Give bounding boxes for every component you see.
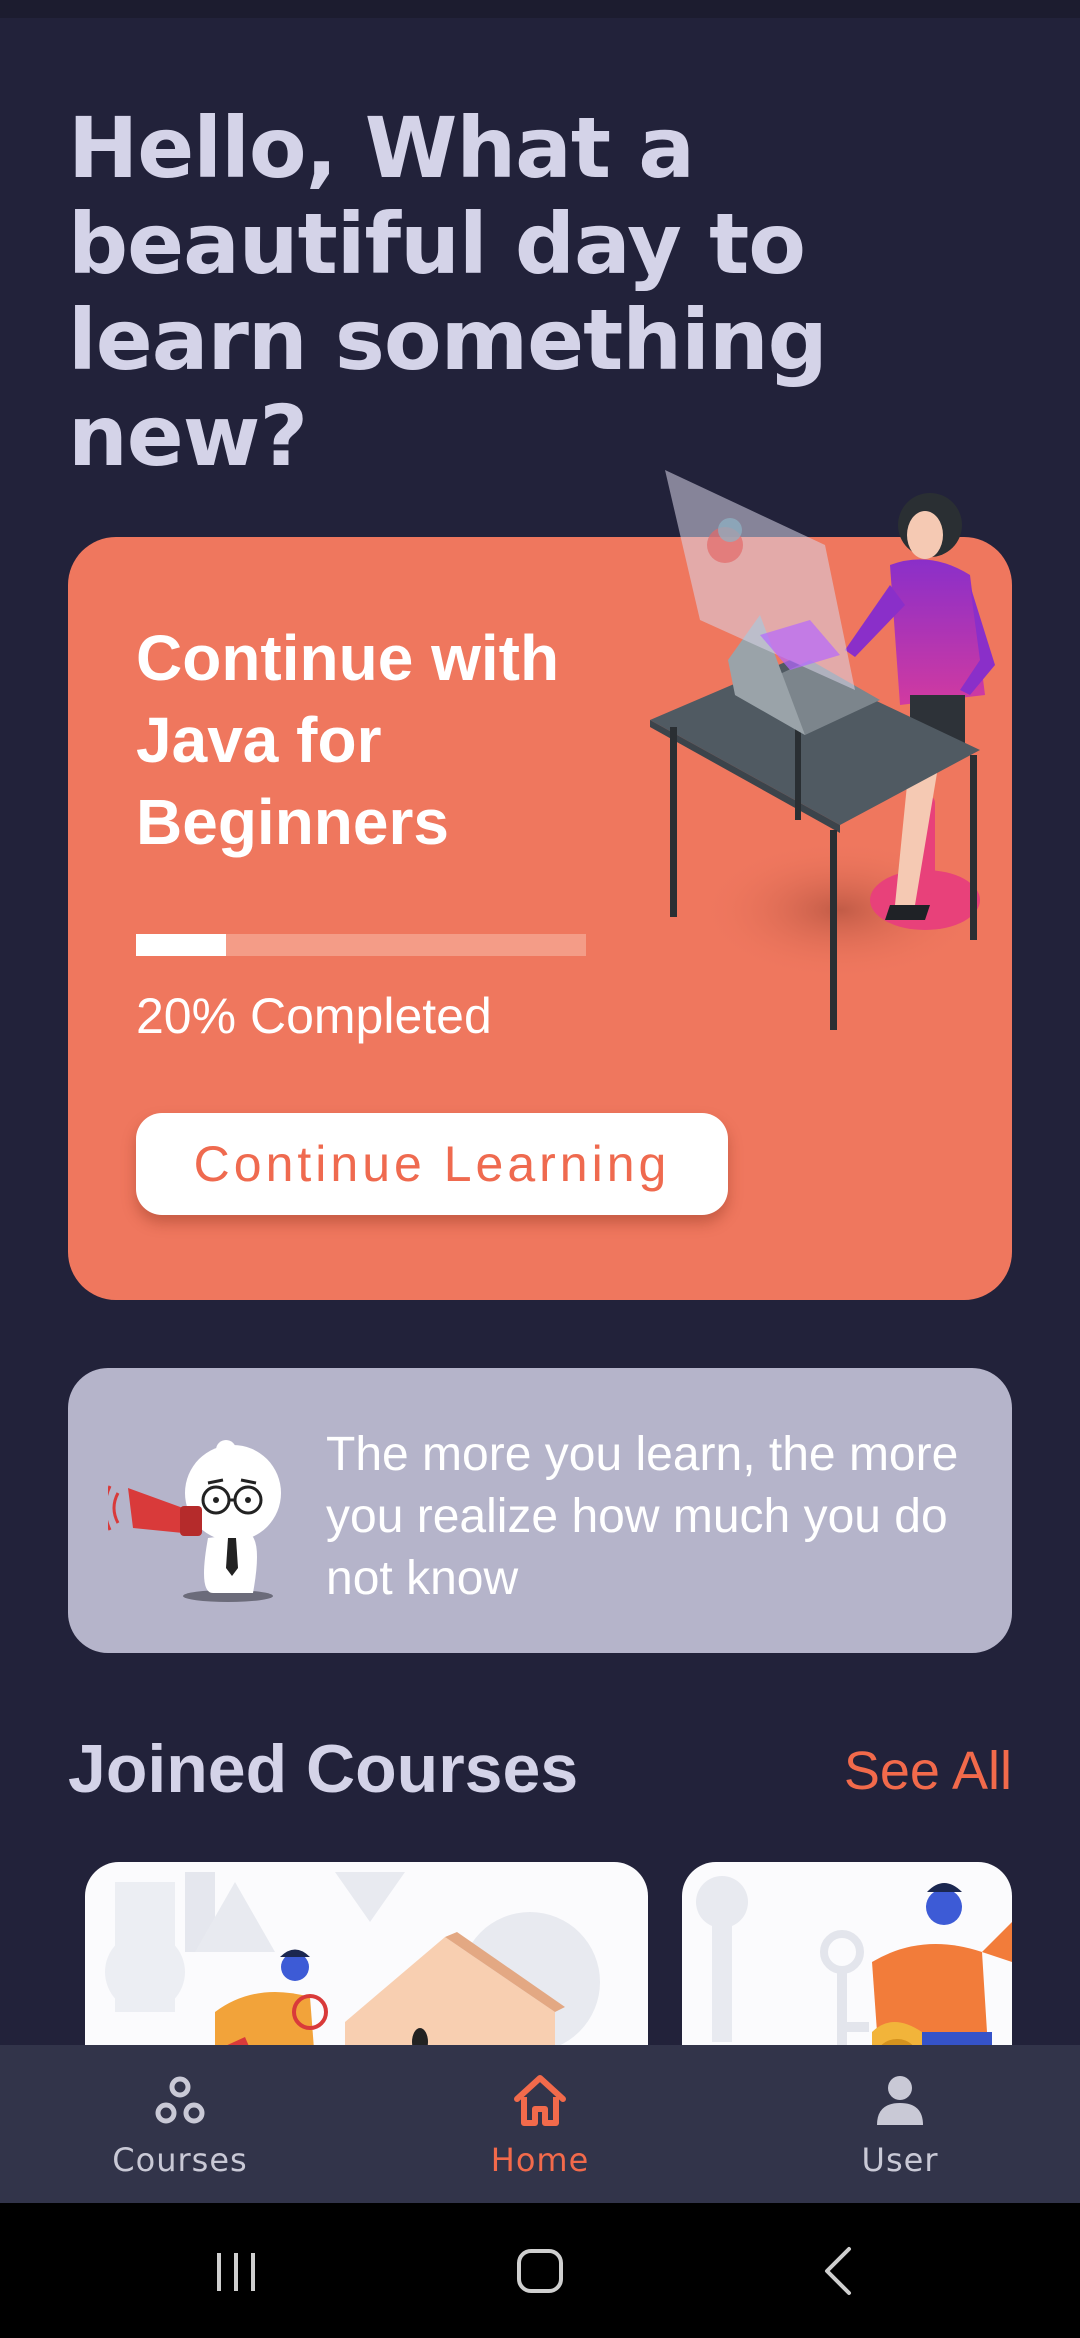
continue-course-title: Continue with Java for Beginners xyxy=(136,622,560,858)
nav-home[interactable]: Home xyxy=(360,2045,720,2203)
quote-text: The more you learn, the more you realize… xyxy=(326,1428,959,1605)
continue-learning-button[interactable]: Continue Learning xyxy=(136,1113,728,1215)
recent-apps-icon[interactable] xyxy=(201,2241,271,2301)
nav-courses[interactable]: Courses xyxy=(0,2045,360,2203)
status-bar xyxy=(0,0,1080,18)
home-system-icon[interactable] xyxy=(505,2241,575,2301)
courses-icon xyxy=(155,2076,205,2124)
megaphone-mascot-icon xyxy=(108,1440,281,1602)
joined-courses-heading: Joined Courses xyxy=(68,1731,579,1807)
bottom-navigation: Courses Home User xyxy=(0,2045,1080,2203)
system-navigation-bar xyxy=(0,2203,1080,2338)
nav-user-label: User xyxy=(861,2141,939,2179)
nav-courses-label: Courses xyxy=(112,2141,248,2179)
nav-home-label: Home xyxy=(490,2141,590,2179)
progress-label: 20% Completed xyxy=(136,988,492,1044)
woman-at-desk-laptop-illustration xyxy=(650,470,995,1030)
back-icon[interactable] xyxy=(805,2241,875,2301)
see-all-link[interactable]: See All xyxy=(844,1740,1012,1802)
course-progress-fill xyxy=(136,934,226,956)
course-progress-bar xyxy=(136,934,586,956)
home-icon xyxy=(514,2075,566,2126)
nav-user[interactable]: User xyxy=(720,2045,1080,2203)
greeting-heading: Hello, What a beautiful day to learn som… xyxy=(68,99,828,485)
quote-card: The more you learn, the more you realize… xyxy=(68,1368,1012,1653)
user-icon xyxy=(877,2076,923,2125)
